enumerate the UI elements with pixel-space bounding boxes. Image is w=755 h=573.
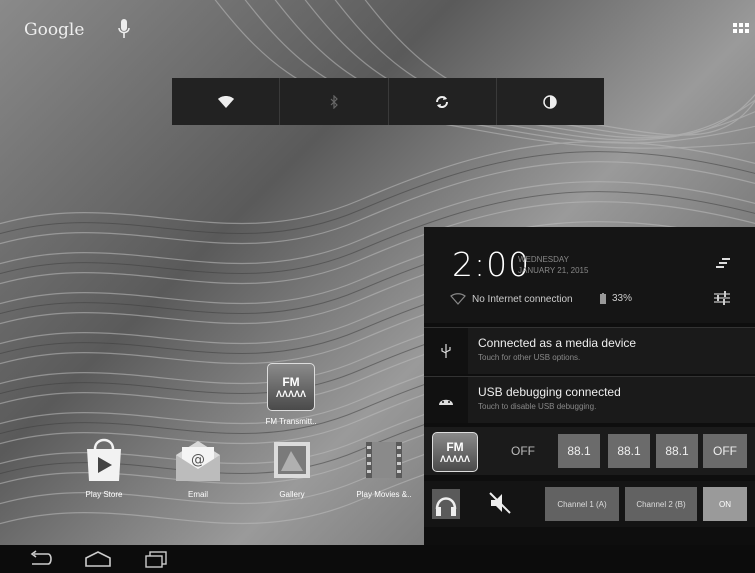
sync-icon bbox=[436, 95, 449, 108]
app-gallery[interactable]: Gallery bbox=[252, 436, 332, 499]
fm-off-button[interactable]: OFF bbox=[703, 434, 747, 468]
no-signal-icon bbox=[450, 293, 466, 305]
network-status: No Internet connection bbox=[472, 294, 573, 305]
fm-status: OFF bbox=[511, 444, 535, 458]
frequency-preset-1[interactable]: 88.1 bbox=[558, 434, 600, 468]
notification-header: 2:00 WEDNESDAY JANUARY 21, 2015 No Inter… bbox=[424, 227, 755, 323]
app-label: Play Movies &.. bbox=[356, 490, 412, 499]
google-search-bar[interactable]: Google bbox=[24, 20, 84, 40]
notification-title: USB debugging connected bbox=[478, 385, 621, 399]
app-email[interactable]: @ Email bbox=[158, 436, 238, 499]
frequency-preset-3[interactable]: 88.1 bbox=[656, 434, 698, 468]
notification-usb[interactable]: Connected as a media device Touch for ot… bbox=[424, 327, 755, 374]
play-movies-icon bbox=[366, 442, 402, 478]
mic-icon[interactable] bbox=[117, 18, 131, 40]
notification-usb-debugging[interactable]: USB debugging connected Touch to disable… bbox=[424, 376, 755, 423]
app-label: Play Store bbox=[85, 490, 123, 499]
bluetooth-icon bbox=[330, 94, 338, 109]
fm-on-button[interactable]: ON bbox=[703, 487, 747, 521]
app-label: Gallery bbox=[279, 490, 305, 499]
settings-sliders-icon[interactable] bbox=[714, 291, 730, 305]
clear-all-icon[interactable] bbox=[716, 257, 730, 269]
recent-apps-icon[interactable] bbox=[144, 550, 168, 568]
back-icon[interactable] bbox=[28, 550, 52, 568]
notification-title: Connected as a media device bbox=[478, 336, 637, 350]
app-fm-transmitter[interactable]: FM ΛΛΛΛΛ FM Transmitt.. bbox=[251, 363, 331, 426]
email-icon: @ bbox=[176, 441, 220, 481]
svg-text:@: @ bbox=[191, 452, 205, 468]
date-display: WEDNESDAY JANUARY 21, 2015 bbox=[518, 255, 589, 275]
wifi-toggle[interactable] bbox=[172, 78, 281, 125]
all-apps-icon[interactable] bbox=[733, 23, 749, 37]
notification-subtitle: Touch to disable USB debugging. bbox=[478, 402, 597, 411]
sync-toggle[interactable] bbox=[388, 78, 497, 125]
mute-icon[interactable] bbox=[488, 491, 512, 515]
brightness-toggle[interactable] bbox=[496, 78, 604, 125]
fm-transmitter-icon: FM ΛΛΛΛΛ bbox=[267, 363, 315, 411]
fm-transmitter-controls: FM ΛΛΛΛΛ OFF 88.1 88.1 88.1 OFF bbox=[424, 427, 755, 475]
channel-controls: Channel 1 (A) Channel 2 (B) ON bbox=[424, 481, 755, 527]
headphones-icon[interactable] bbox=[432, 489, 460, 519]
gallery-icon bbox=[274, 442, 310, 478]
android-debug-icon bbox=[439, 399, 453, 405]
quick-settings-widget bbox=[172, 78, 604, 125]
notification-subtitle: Touch for other USB options. bbox=[478, 353, 581, 362]
fm-widget-icon[interactable]: FM ΛΛΛΛΛ bbox=[432, 432, 478, 472]
app-label: Email bbox=[187, 490, 208, 499]
frequency-preset-2[interactable]: 88.1 bbox=[608, 434, 650, 468]
app-label: FM Transmitt.. bbox=[265, 417, 317, 426]
navigation-bar bbox=[0, 545, 755, 573]
notification-panel: 2:00 WEDNESDAY JANUARY 21, 2015 No Inter… bbox=[424, 227, 755, 545]
battery-icon bbox=[600, 293, 606, 304]
channel-2-button[interactable]: Channel 2 (B) bbox=[625, 487, 697, 521]
app-play-movies[interactable]: Play Movies &.. bbox=[344, 436, 424, 499]
wifi-icon bbox=[217, 95, 234, 108]
channel-1-button[interactable]: Channel 1 (A) bbox=[545, 487, 619, 521]
brightness-icon bbox=[543, 94, 558, 109]
play-store-icon bbox=[87, 438, 121, 481]
usb-icon bbox=[441, 344, 451, 358]
home-icon[interactable] bbox=[84, 550, 112, 568]
bluetooth-toggle[interactable] bbox=[280, 78, 389, 125]
battery-level: 33% bbox=[612, 293, 633, 304]
app-play-store[interactable]: Play Store bbox=[64, 436, 144, 499]
